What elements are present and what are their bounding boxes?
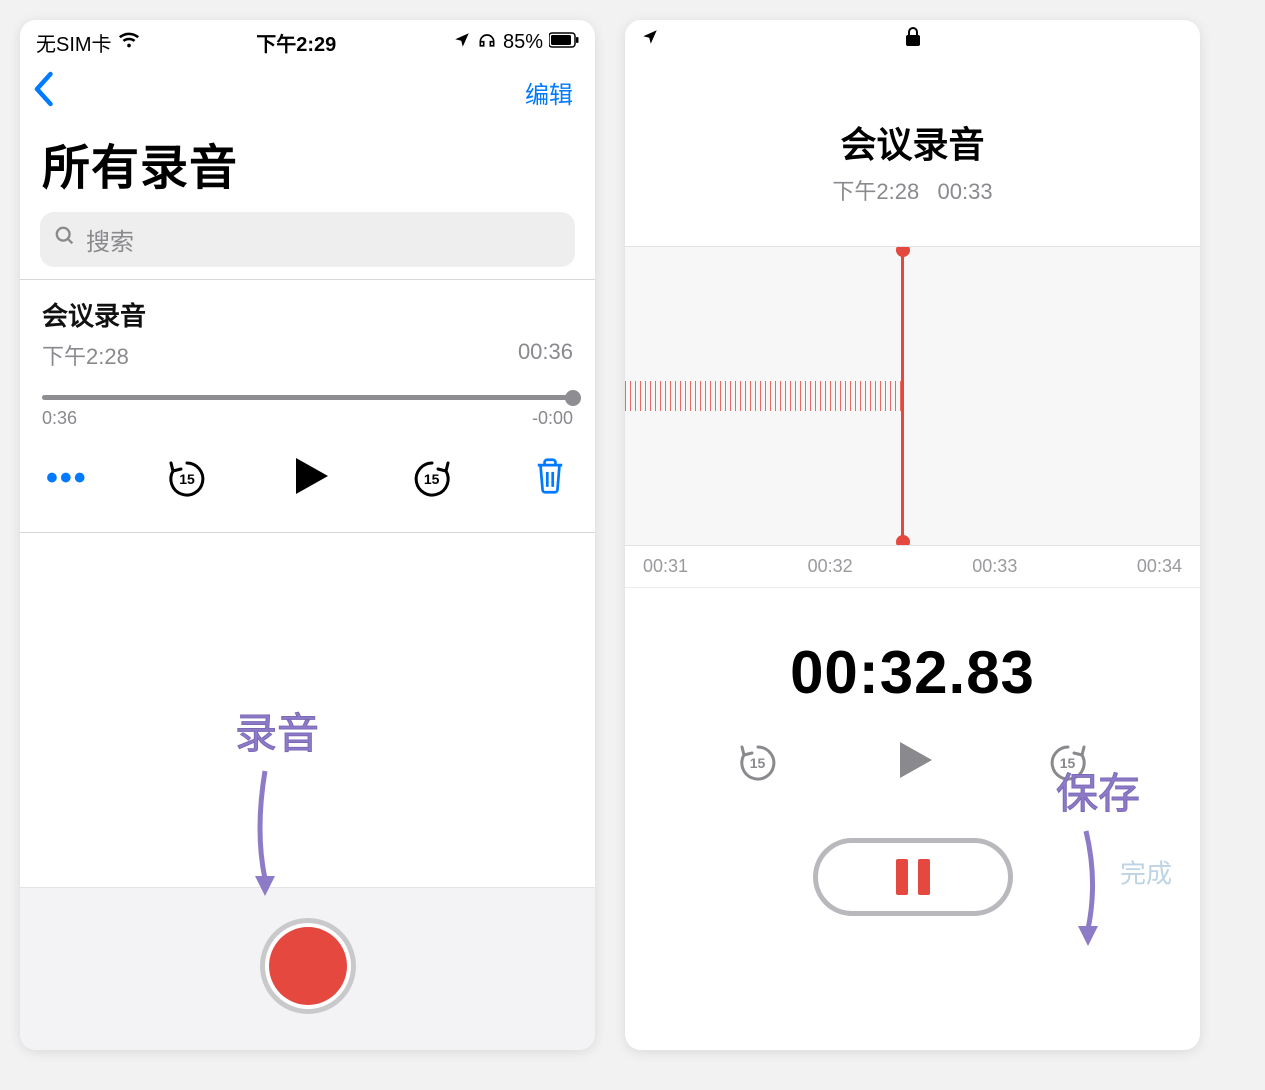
play-button[interactable]	[286, 453, 332, 504]
ruler-tick: 00:32	[808, 556, 853, 577]
elapsed-time: 00:32.83	[625, 588, 1200, 717]
elapsed-label: 0:36	[42, 408, 77, 429]
playback-controls: ••• 15 15	[42, 429, 573, 522]
time-ruler: 00:31 00:32 00:33 00:34	[625, 546, 1200, 588]
phone-right: 会议录音 下午2:28 00:33 00:31 00:32 00:33 00:3…	[625, 20, 1200, 1050]
skip-back-button[interactable]: 15	[165, 457, 209, 501]
skip-forward-button[interactable]: 15	[410, 457, 454, 501]
remaining-label: -0:00	[532, 408, 573, 429]
carrier-text: 无SIM卡	[36, 28, 112, 57]
status-bar	[625, 20, 1200, 56]
status-bar: 无SIM卡 下午2:29 85%	[20, 20, 595, 61]
recording-item[interactable]: 会议录音 下午2:28 00:36 0:36 -0:00 ••• 15	[20, 280, 595, 532]
ruler-tick: 00:34	[1137, 556, 1182, 577]
recording-duration: 00:33	[938, 179, 993, 204]
wifi-icon	[118, 31, 140, 55]
page-title: 所有录音	[20, 120, 595, 212]
play-button[interactable]	[890, 737, 936, 788]
recording-subtitle: 下午2:28 00:33	[625, 174, 1200, 206]
recording-title: 会议录音	[625, 116, 1200, 168]
record-footer	[20, 887, 595, 1050]
status-time: 下午2:29	[140, 28, 453, 57]
edit-button[interactable]: 编辑	[525, 75, 573, 110]
search-icon	[54, 225, 76, 254]
progress-knob[interactable]	[565, 390, 581, 406]
status-right: 85%	[453, 30, 579, 56]
search-input[interactable]: 搜索	[40, 212, 575, 267]
recording-meta: 下午2:28 00:36	[42, 339, 573, 371]
pause-bar-icon	[918, 859, 930, 895]
ruler-tick: 00:33	[972, 556, 1017, 577]
location-icon	[453, 31, 471, 55]
record-dot-icon	[269, 927, 347, 1005]
skip-back-button[interactable]: 15	[736, 741, 780, 785]
battery-icon	[549, 31, 579, 54]
record-button[interactable]	[260, 918, 356, 1014]
back-chevron-icon[interactable]	[32, 71, 54, 114]
more-button[interactable]: •••	[46, 459, 88, 498]
recording-time: 下午2:28	[832, 179, 919, 204]
pause-bar-icon	[896, 859, 908, 895]
progress-bar[interactable]: 0:36 -0:00	[42, 395, 573, 429]
pause-row: 完成	[625, 798, 1200, 946]
progress-labels: 0:36 -0:00	[42, 408, 573, 429]
skip-forward-amount: 15	[410, 457, 454, 501]
recording-title: 会议录音	[42, 296, 573, 333]
phone-left: 无SIM卡 下午2:29 85% 编辑 所有录音	[20, 20, 595, 1050]
waveform-icon	[625, 381, 901, 411]
annotation-record-label: 录音	[235, 710, 319, 757]
progress-fill	[42, 395, 573, 400]
pause-button[interactable]	[813, 838, 1013, 916]
nav-bar: 编辑	[20, 61, 595, 120]
waveform-area[interactable]	[625, 246, 1200, 546]
recording-time: 下午2:28	[42, 339, 129, 371]
divider	[20, 532, 595, 533]
progress-track	[42, 395, 573, 400]
ruler-tick: 00:31	[643, 556, 688, 577]
done-button[interactable]: 完成	[1120, 854, 1172, 891]
search-placeholder: 搜索	[86, 222, 134, 257]
playhead[interactable]	[901, 247, 904, 545]
headphones-icon	[477, 30, 497, 56]
annotation-record: 录音	[235, 700, 319, 901]
delete-button[interactable]	[531, 457, 569, 500]
battery-text: 85%	[503, 31, 543, 54]
recording-header: 会议录音 下午2:28 00:33	[625, 56, 1200, 216]
recording-duration: 00:36	[518, 339, 573, 371]
skip-back-amount: 15	[165, 457, 209, 501]
skip-back-amount: 15	[736, 741, 780, 785]
lock-icon	[625, 26, 1200, 54]
status-left: 无SIM卡	[36, 28, 140, 57]
